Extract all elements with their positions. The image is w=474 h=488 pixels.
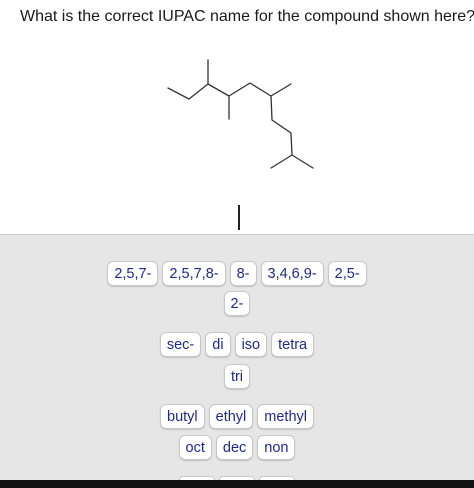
bottom-bar — [0, 480, 474, 488]
tile-2-5[interactable]: 2,5- — [327, 261, 367, 286]
tile-di[interactable]: di — [205, 332, 231, 357]
tile-non[interactable]: non — [257, 435, 296, 460]
stem-row-1: butyl ethyl methyl — [0, 404, 474, 429]
tile-oct[interactable]: oct — [178, 435, 212, 460]
prefix-row-2: 2- — [0, 291, 474, 316]
text-cursor — [238, 205, 240, 230]
multiplier-row-1: sec- di iso tetra — [0, 332, 474, 357]
stem-row-2: oct dec non — [0, 435, 474, 460]
tile-sec[interactable]: sec- — [159, 332, 202, 357]
tile-tetra[interactable]: tetra — [271, 332, 315, 357]
multiplier-row-2: tri — [0, 364, 474, 389]
tile-iso[interactable]: iso — [234, 332, 268, 357]
tile-methyl[interactable]: methyl — [257, 404, 314, 429]
tile-2[interactable]: 2- — [223, 291, 251, 316]
tile-2-5-7[interactable]: 2,5,7- — [107, 261, 159, 286]
tile-ethyl[interactable]: ethyl — [208, 404, 254, 429]
tile-tri[interactable]: tri — [223, 364, 251, 389]
answer-drop-area[interactable] — [0, 196, 474, 236]
tile-3-4-6-9[interactable]: 3,4,6,9- — [260, 261, 324, 286]
prefix-row-1: 2,5,7- 2,5,7,8- 8- 3,4,6,9- 2,5- — [0, 261, 474, 286]
skeletal-formula-icon — [167, 59, 314, 169]
tile-8[interactable]: 8- — [229, 261, 257, 286]
tile-dec[interactable]: dec — [215, 435, 254, 460]
tile-butyl[interactable]: butyl — [160, 404, 205, 429]
tile-2-5-7-8[interactable]: 2,5,7,8- — [162, 261, 226, 286]
